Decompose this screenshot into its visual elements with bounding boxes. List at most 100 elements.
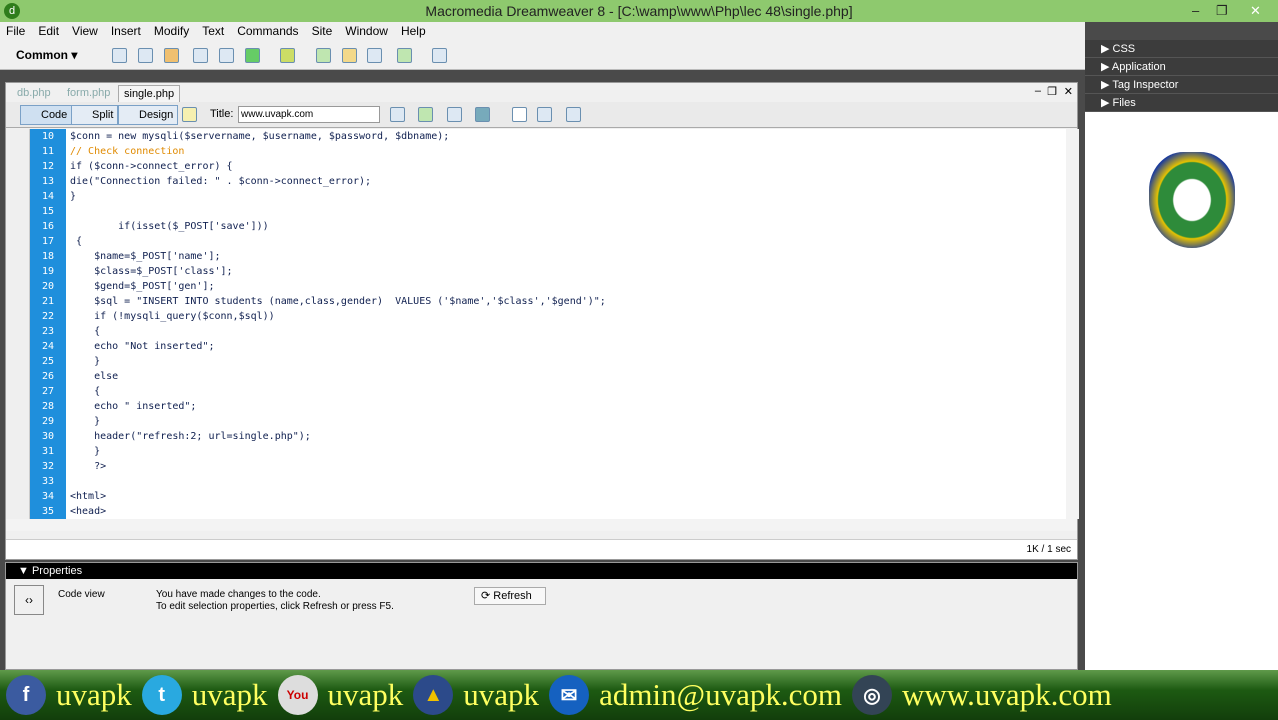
insert-category-dropdown[interactable]: Common ▾	[16, 48, 77, 62]
line-number: 15	[41, 206, 55, 217]
view-options-icon[interactable]	[537, 107, 552, 122]
code-line[interactable]	[70, 474, 1066, 489]
code-line[interactable]	[70, 204, 1066, 219]
comment-icon[interactable]	[367, 48, 382, 63]
menu-text[interactable]: Text	[202, 22, 224, 40]
properties-header[interactable]: ▼ Properties	[6, 563, 1077, 579]
code-line[interactable]: if (!mysqli_query($conn,$sql))	[70, 309, 1066, 324]
line-number: 16	[41, 221, 55, 232]
academy-icon: ▲	[413, 675, 454, 715]
horizontal-scrollbar[interactable]	[6, 519, 1077, 531]
panel-files[interactable]: ▶ Files	[1085, 94, 1278, 112]
file-management-icon[interactable]	[447, 107, 462, 122]
image-icon[interactable]	[245, 48, 260, 63]
code-line[interactable]: echo "Not inserted";	[70, 339, 1066, 354]
code-line[interactable]: die("Connection failed: " . $conn->conne…	[70, 174, 1066, 189]
menu-file[interactable]: File	[6, 22, 25, 40]
head-icon[interactable]	[397, 48, 412, 63]
message-line-2: To edit selection properties, click Refr…	[156, 601, 394, 612]
code-line[interactable]: $sql = "INSERT INTO students (name,class…	[70, 294, 1066, 309]
code-line[interactable]: $conn = new mysqli($servername, $usernam…	[70, 129, 1066, 144]
code-line[interactable]: // Check connection	[70, 144, 1066, 159]
doc-restore-button[interactable]: ❐	[1047, 85, 1057, 98]
code-line[interactable]: echo " inserted";	[70, 399, 1066, 414]
properties-panel: ▼ Properties ‹› Code view You have made …	[5, 562, 1078, 670]
panel-groups: ▶ CSS ▶ Application ▶ Tag Inspector ▶ Fi…	[1085, 40, 1278, 670]
twitter-handle: uvapk	[191, 677, 268, 712]
code-line[interactable]: $class=$_POST['class'];	[70, 264, 1066, 279]
title-input[interactable]: www.uvapk.com	[238, 106, 380, 123]
code-line[interactable]: {	[70, 324, 1066, 339]
code-line[interactable]: ?>	[70, 459, 1066, 474]
email-address: admin@uvapk.com	[599, 677, 842, 712]
doc-close-button[interactable]: ✕	[1064, 85, 1073, 98]
minimize-button[interactable]: –	[1192, 0, 1199, 22]
tab-db-php[interactable]: db.php	[12, 85, 56, 102]
code-line[interactable]: {	[70, 234, 1066, 249]
close-button[interactable]: ✕	[1250, 0, 1261, 22]
code-editor[interactable]: 10 11 12 13 14 15 16 17 18 19 20 21 22 23 24 25 26 27 28 29…	[6, 129, 1066, 519]
templates-icon[interactable]	[432, 48, 447, 63]
refresh-label: Refresh	[493, 590, 532, 602]
tab-form-php[interactable]: form.php	[62, 85, 115, 102]
code-line[interactable]: if(isset($_POST['save']))	[70, 219, 1066, 234]
code-line[interactable]: if ($conn->connect_error) {	[70, 159, 1066, 174]
code-line[interactable]: <html>	[70, 489, 1066, 504]
menu-window[interactable]: Window	[345, 22, 388, 40]
debug-icon[interactable]	[418, 107, 433, 122]
refresh-button[interactable]: ⟳ Refresh	[474, 587, 546, 605]
server-include-icon[interactable]	[342, 48, 357, 63]
website: www.uvapk.com	[901, 677, 1112, 712]
preview-browser-icon[interactable]	[475, 107, 490, 122]
code-line[interactable]: }	[70, 354, 1066, 369]
panel-css[interactable]: ▶ CSS	[1085, 40, 1278, 58]
code-line[interactable]: {	[70, 384, 1066, 399]
tab-single-php[interactable]: single.php	[118, 85, 181, 102]
other-handle: uvapk	[463, 677, 540, 712]
doc-minimize-button[interactable]: –	[1035, 85, 1041, 97]
code-view-button[interactable]: Code	[20, 105, 73, 125]
line-number: 34	[41, 491, 55, 502]
table-icon[interactable]	[193, 48, 208, 63]
twitter-icon: t	[141, 675, 182, 715]
line-numbers: 10 11 12 13 14 15 16 17 18 19 20 21 22 23 24 25 26 27 28 29…	[30, 129, 66, 519]
menu-insert[interactable]: Insert	[111, 22, 141, 40]
line-number: 33	[41, 476, 55, 487]
code-line[interactable]: header("refresh:2; url=single.php");	[70, 429, 1066, 444]
code-line[interactable]: $name=$_POST['name'];	[70, 249, 1066, 264]
date-icon[interactable]	[316, 48, 331, 63]
category-label: Common	[16, 48, 68, 62]
menu-help[interactable]: Help	[401, 22, 426, 40]
anchor-icon[interactable]	[164, 48, 179, 63]
panel-application[interactable]: ▶ Application	[1085, 58, 1278, 76]
refresh-icon[interactable]	[512, 107, 527, 122]
visual-aids-icon[interactable]	[566, 107, 581, 122]
menu-modify[interactable]: Modify	[154, 22, 189, 40]
media-icon[interactable]	[280, 48, 295, 63]
facebook-icon: f	[6, 675, 46, 715]
vertical-scrollbar[interactable]	[1066, 129, 1079, 519]
email-link-icon[interactable]	[138, 48, 153, 63]
menu-site[interactable]: Site	[312, 22, 333, 40]
design-view-button[interactable]: Design	[118, 105, 179, 125]
menu-commands[interactable]: Commands	[237, 22, 298, 40]
live-data-icon[interactable]	[182, 107, 197, 122]
line-number: 11	[41, 146, 55, 157]
hyperlink-icon[interactable]	[112, 48, 127, 63]
menu-view[interactable]: View	[72, 22, 98, 40]
validate-icon[interactable]	[390, 107, 405, 122]
code-line[interactable]: }	[70, 189, 1066, 204]
line-number: 25	[41, 356, 55, 367]
code-line[interactable]: }	[70, 444, 1066, 459]
menu-edit[interactable]: Edit	[38, 22, 59, 40]
panel-tag-inspector[interactable]: ▶ Tag Inspector	[1085, 76, 1278, 94]
line-number: 18	[41, 251, 55, 262]
layer-icon[interactable]	[219, 48, 234, 63]
split-view-button[interactable]: Split	[71, 105, 119, 125]
code-line[interactable]: }	[70, 414, 1066, 429]
code-line[interactable]: else	[70, 369, 1066, 384]
code-line[interactable]: $gend=$_POST['gen'];	[70, 279, 1066, 294]
maximize-button[interactable]: ❐	[1216, 0, 1228, 22]
window-title: Macromedia Dreamweaver 8 - [C:\wamp\www\…	[425, 3, 853, 19]
code-line[interactable]: <head>	[70, 504, 1066, 519]
